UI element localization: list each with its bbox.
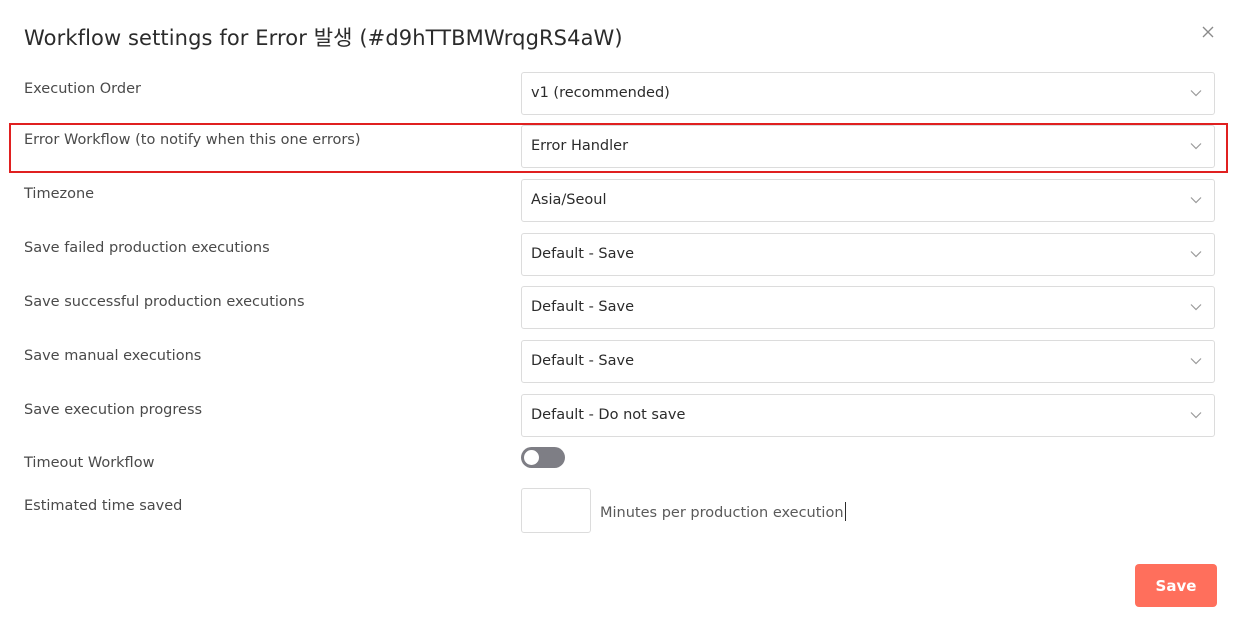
save-manual-value: Default - Save [531, 353, 635, 369]
save-manual-label: Save manual executions [24, 348, 202, 364]
chevron-down-icon [1190, 412, 1202, 419]
execution-order-select[interactable]: v1 (recommended) [521, 72, 1215, 115]
execution-order-value: v1 (recommended) [531, 85, 670, 101]
timezone-value: Asia/Seoul [531, 192, 607, 208]
timezone-label: Timezone [24, 186, 95, 202]
chevron-down-icon [1190, 197, 1202, 204]
dialog-title: Workflow settings for Error 발생 (#d9hTTBM… [24, 26, 623, 50]
chevron-down-icon [1190, 90, 1202, 97]
save-failed-label: Save failed production executions [24, 240, 270, 256]
close-icon[interactable] [1200, 24, 1216, 40]
chevron-down-icon [1190, 251, 1202, 258]
estimated-minutes-input[interactable] [521, 488, 591, 533]
estimated-time-label: Estimated time saved [24, 498, 183, 514]
save-failed-value: Default - Save [531, 246, 635, 262]
error-workflow-label: Error Workflow (to notify when this one … [24, 132, 361, 148]
chevron-down-icon [1190, 358, 1202, 365]
save-manual-select[interactable]: Default - Save [521, 340, 1215, 383]
chevron-down-icon [1190, 304, 1202, 311]
save-progress-value: Default - Do not save [531, 407, 686, 423]
execution-order-label: Execution Order [24, 81, 141, 97]
save-progress-label: Save execution progress [24, 402, 203, 418]
chevron-down-icon [1190, 143, 1202, 150]
estimated-time-suffix-text: Minutes per production execution [600, 505, 844, 521]
text-cursor [844, 502, 846, 521]
save-failed-select[interactable]: Default - Save [521, 233, 1215, 276]
save-successful-label: Save successful production executions [24, 294, 305, 310]
timeout-workflow-toggle[interactable] [521, 447, 565, 468]
estimated-time-suffix: Minutes per production execution [600, 502, 846, 521]
save-successful-value: Default - Save [531, 299, 635, 315]
error-workflow-value: Error Handler [531, 138, 629, 154]
save-button[interactable]: Save [1135, 564, 1217, 607]
save-progress-select[interactable]: Default - Do not save [521, 394, 1215, 437]
save-successful-select[interactable]: Default - Save [521, 286, 1215, 329]
timeout-workflow-label: Timeout Workflow [24, 455, 155, 471]
toggle-knob [524, 450, 539, 465]
timezone-select[interactable]: Asia/Seoul [521, 179, 1215, 222]
error-workflow-select[interactable]: Error Handler [521, 125, 1215, 168]
workflow-settings-dialog: Workflow settings for Error 발생 (#d9hTTBM… [0, 0, 1239, 631]
